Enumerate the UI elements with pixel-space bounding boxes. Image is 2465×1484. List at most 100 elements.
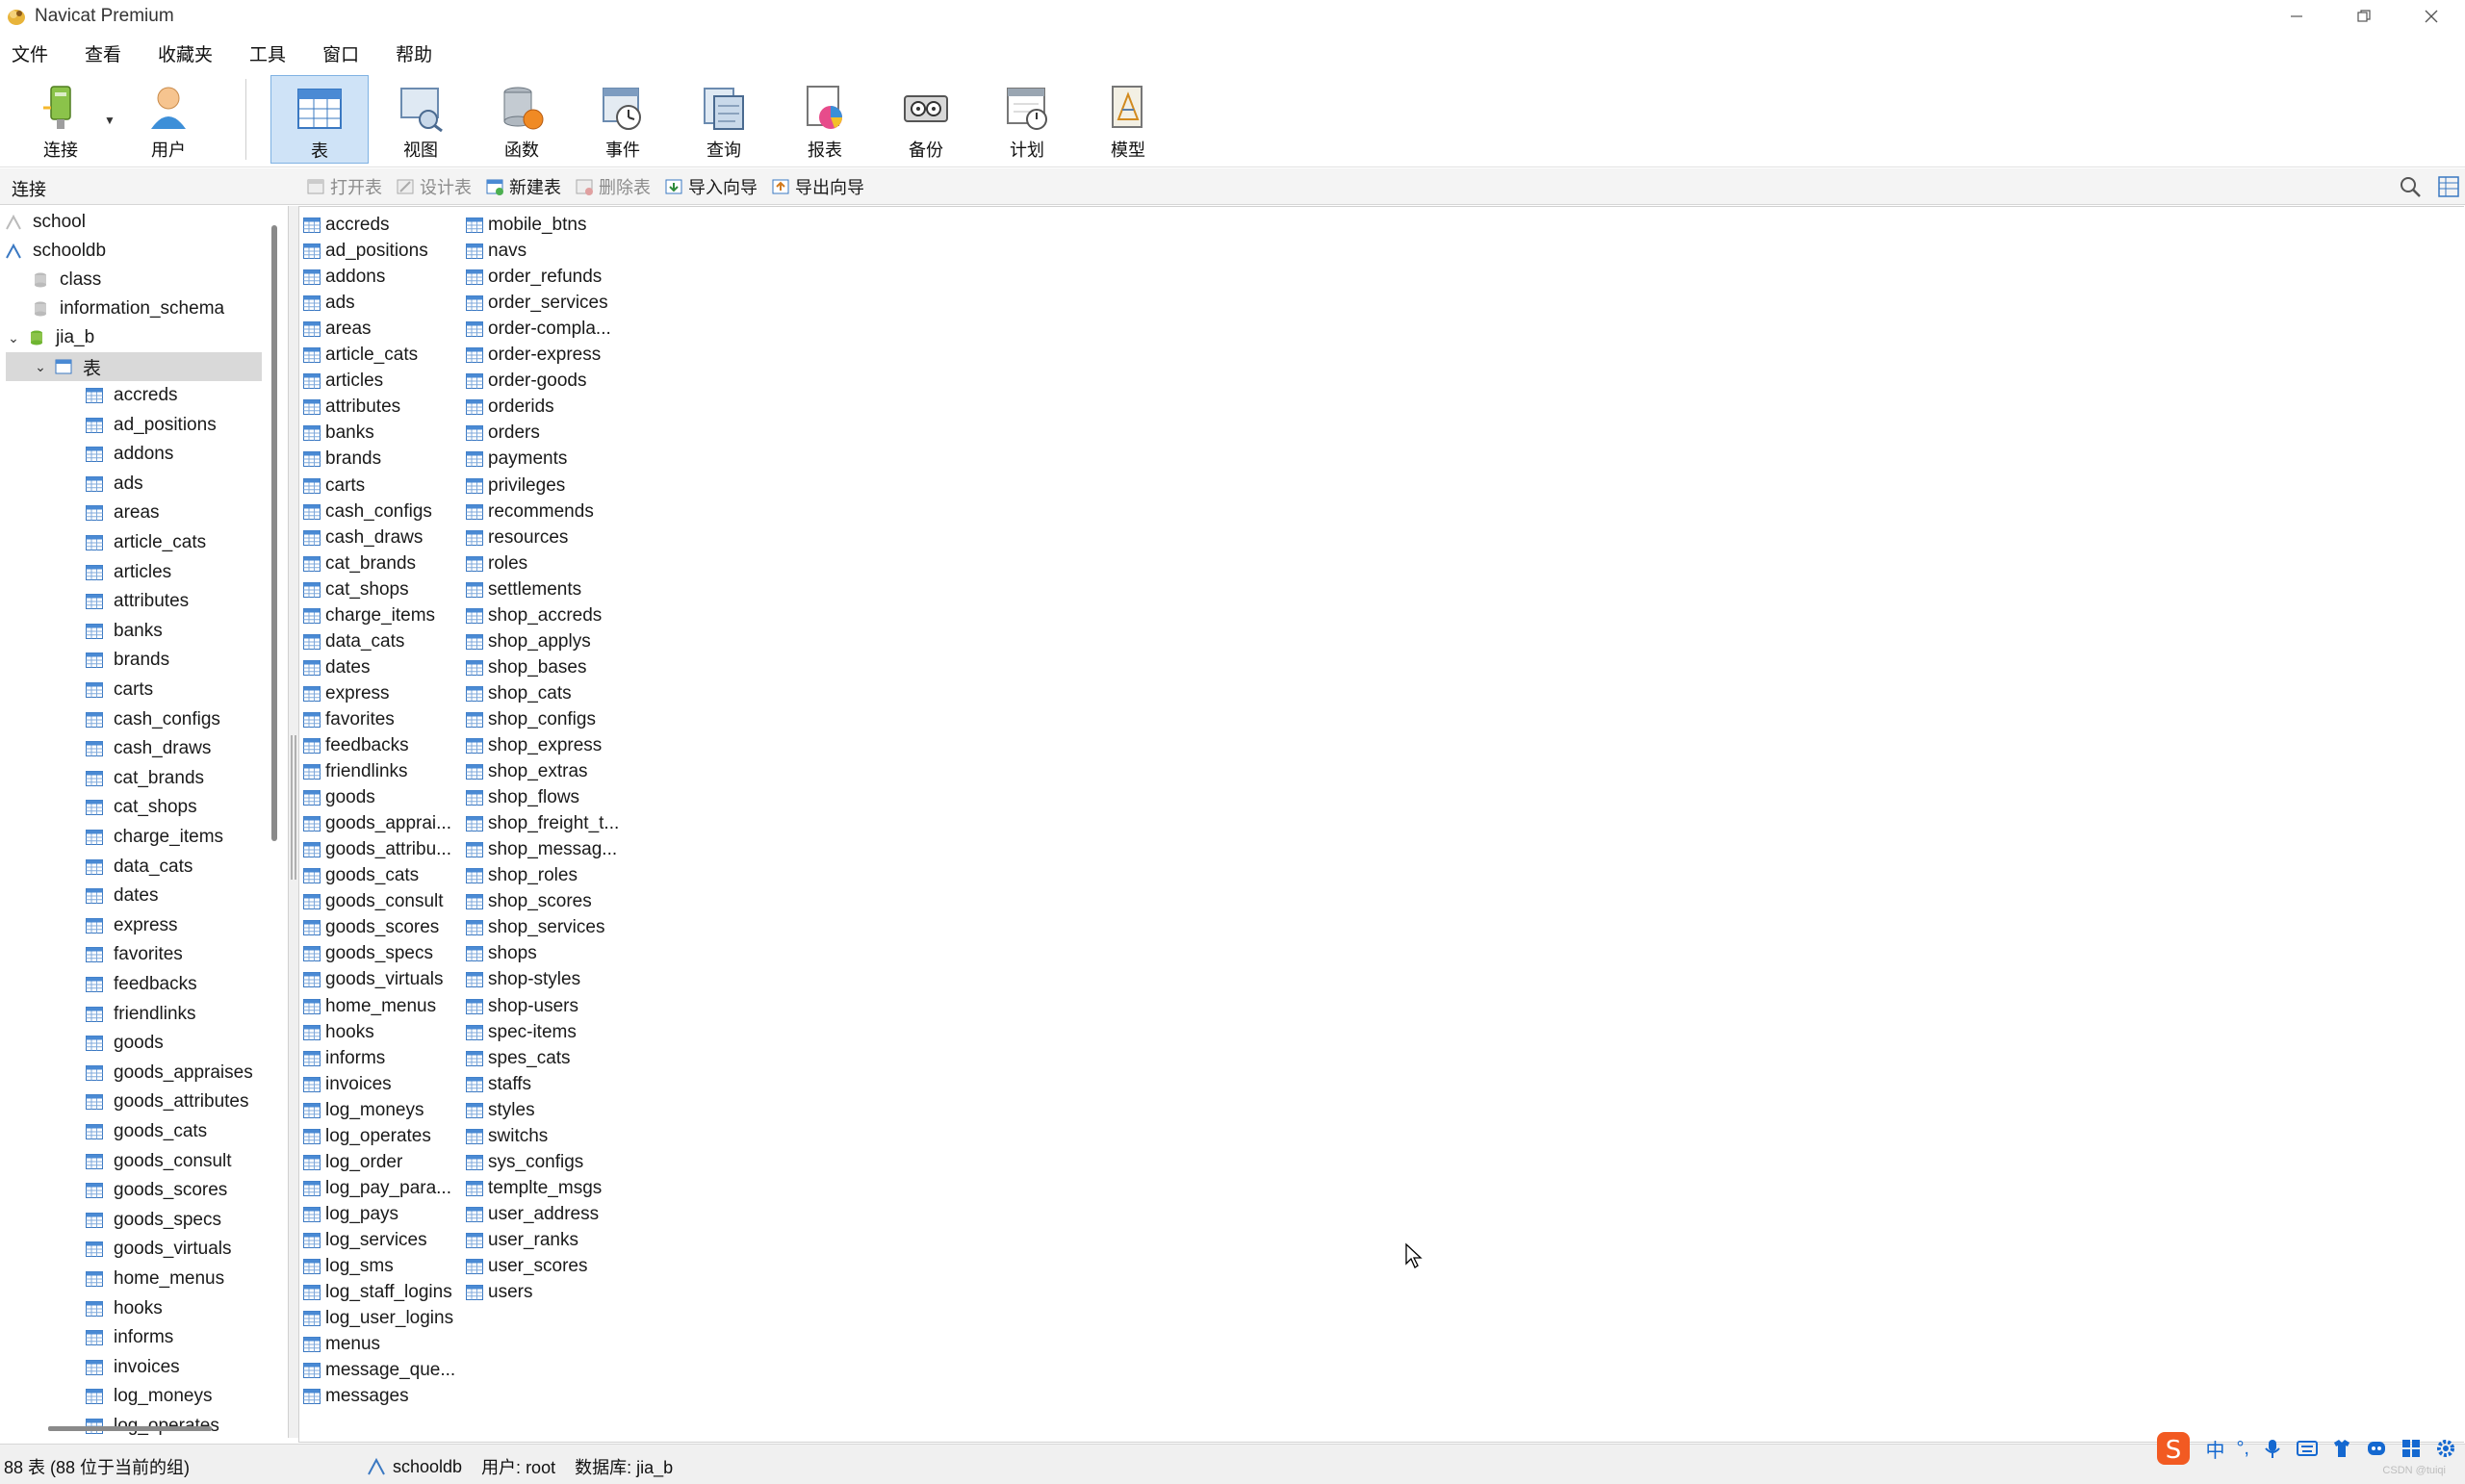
table-list-item[interactable]: mobile_btns	[465, 213, 629, 238]
tree-table-item[interactable]: hooks	[85, 1294, 163, 1323]
tree-table-item[interactable]: banks	[85, 617, 163, 646]
panel-splitter[interactable]	[289, 206, 298, 1438]
table-list-item[interactable]: spec-items	[465, 1020, 629, 1045]
tree-database-information-schema[interactable]: information_schema	[31, 294, 224, 323]
tree-table-item[interactable]: friendlinks	[85, 1000, 196, 1029]
table-list-item[interactable]: brands	[302, 447, 462, 472]
menu-file[interactable]: 文件	[0, 40, 60, 66]
search-icon[interactable]	[2398, 174, 2423, 199]
ime-chinese-mode[interactable]: 中	[2205, 1435, 2224, 1463]
table-list-item[interactable]: users	[465, 1280, 629, 1305]
toolbar-connection-button[interactable]: 连接	[12, 75, 110, 164]
tree-table-item[interactable]: cat_shops	[85, 793, 197, 822]
tree-table-item[interactable]: goods_appraises	[85, 1059, 253, 1087]
table-list-item[interactable]: shop_configs	[465, 707, 629, 732]
sogou-logo-icon[interactable]: S	[2153, 1428, 2194, 1469]
delete-table-button[interactable]: 删除表	[575, 174, 651, 199]
table-list-item[interactable]: home_menus	[302, 994, 462, 1019]
menu-window[interactable]: 窗口	[311, 40, 371, 66]
table-list-item[interactable]: cash_configs	[302, 499, 462, 525]
table-list-item[interactable]: accreds	[302, 213, 462, 238]
emoji-icon[interactable]	[2365, 1437, 2388, 1460]
table-list-item[interactable]: shop_services	[465, 915, 629, 940]
table-list-item[interactable]: dates	[302, 655, 462, 680]
minimize-button[interactable]	[2263, 0, 2330, 33]
table-list-item[interactable]: data_cats	[302, 629, 462, 654]
table-list-item[interactable]: log_sms	[302, 1254, 462, 1279]
table-list-item[interactable]: orders	[465, 421, 629, 446]
export-wizard-button[interactable]: 导出向导	[771, 174, 864, 199]
table-list-item[interactable]: shop_messag...	[465, 837, 629, 862]
tree-table-item[interactable]: brands	[85, 646, 169, 675]
table-list-item[interactable]: log_services	[302, 1228, 462, 1253]
table-list-item[interactable]: log_operates	[302, 1124, 462, 1149]
splitter-grip[interactable]	[291, 735, 296, 880]
tree-table-item[interactable]: goods_virtuals	[85, 1235, 232, 1264]
new-table-button[interactable]: 新建表	[485, 174, 561, 199]
table-list-item[interactable]: navs	[465, 239, 629, 264]
tree-database-class[interactable]: class	[31, 266, 101, 294]
table-list-item[interactable]: shop-users	[465, 994, 629, 1019]
table-list-item[interactable]: goods_virtuals	[302, 967, 462, 992]
tree-table-item[interactable]: cash_draws	[85, 734, 211, 763]
table-list-item[interactable]: goods_specs	[302, 941, 462, 966]
table-list-item[interactable]: menus	[302, 1332, 462, 1357]
table-list-item[interactable]: shop_applys	[465, 629, 629, 654]
table-list-item[interactable]: charge_items	[302, 603, 462, 628]
toolbar-query-button[interactable]: 查询	[675, 75, 773, 164]
table-list-item[interactable]: log_pay_para...	[302, 1176, 462, 1201]
table-list-item[interactable]: recommends	[465, 499, 629, 525]
table-list-item[interactable]: shop_extras	[465, 759, 629, 784]
table-list-item[interactable]: informs	[302, 1046, 462, 1071]
ime-punctuation-mode[interactable]: °,	[2236, 1438, 2249, 1460]
table-list-item[interactable]: styles	[465, 1098, 629, 1123]
table-list-item[interactable]: favorites	[302, 707, 462, 732]
tree-database-jia-b[interactable]: ⌄ jia_b	[6, 323, 94, 352]
tree-horizontal-scrollbar[interactable]	[48, 1426, 212, 1431]
table-list-item[interactable]: shop-styles	[465, 967, 629, 992]
toolbar-backup-button[interactable]: 备份	[877, 75, 975, 164]
toolbox-icon[interactable]	[2400, 1437, 2423, 1460]
table-list-item[interactable]: cat_shops	[302, 577, 462, 602]
tree-table-item[interactable]: home_menus	[85, 1265, 224, 1293]
settings-gear-icon[interactable]	[2434, 1437, 2457, 1460]
microphone-icon[interactable]	[2261, 1437, 2284, 1460]
tree-connection-schooldb[interactable]: schooldb	[4, 237, 106, 266]
tree-table-item[interactable]: goods	[85, 1029, 164, 1058]
table-list-item[interactable]: express	[302, 681, 462, 706]
tree-tables-node[interactable]: ⌄ 表	[6, 352, 262, 381]
table-list-item[interactable]: order-express	[465, 343, 629, 368]
toolbar-table-button[interactable]: 表	[270, 75, 369, 164]
toolbar-event-button[interactable]: 事件	[574, 75, 672, 164]
table-list-item[interactable]: shop_flows	[465, 785, 629, 810]
table-list-item[interactable]: log_pays	[302, 1202, 462, 1227]
table-list-item[interactable]: hooks	[302, 1020, 462, 1045]
table-list-item[interactable]: log_order	[302, 1150, 462, 1175]
tree-table-item[interactable]: cat_brands	[85, 764, 204, 793]
table-list-item[interactable]: sys_configs	[465, 1150, 629, 1175]
tree-table-item[interactable]: areas	[85, 499, 160, 527]
table-list-item[interactable]: shop_cats	[465, 681, 629, 706]
table-list-item[interactable]: cash_draws	[302, 525, 462, 550]
menu-view[interactable]: 查看	[73, 40, 133, 66]
table-list-item[interactable]: article_cats	[302, 343, 462, 368]
table-list-item[interactable]: payments	[465, 447, 629, 472]
tree-table-item[interactable]: charge_items	[85, 823, 223, 852]
table-list-item[interactable]: shop_roles	[465, 863, 629, 888]
toolbar-function-button[interactable]: 函数	[473, 75, 571, 164]
table-list-item[interactable]: goods_attribu...	[302, 837, 462, 862]
table-list-item[interactable]: staffs	[465, 1072, 629, 1097]
table-list-item[interactable]: privileges	[465, 473, 629, 499]
restore-button[interactable]	[2330, 0, 2398, 33]
table-list-item[interactable]: user_address	[465, 1202, 629, 1227]
tree-table-item[interactable]: goods_attributes	[85, 1087, 249, 1116]
tree-table-item[interactable]: accreds	[85, 381, 178, 410]
table-list-item[interactable]: goods	[302, 785, 462, 810]
table-list-item[interactable]: templte_msgs	[465, 1176, 629, 1201]
tree-table-item[interactable]: goods_specs	[85, 1206, 221, 1235]
table-list-item[interactable]: addons	[302, 265, 462, 290]
table-list-item[interactable]: goods_cats	[302, 863, 462, 888]
table-list-item[interactable]: order_refunds	[465, 265, 629, 290]
tree-table-item[interactable]: log_operates	[85, 1412, 219, 1438]
toolbar-report-button[interactable]: 报表	[776, 75, 874, 164]
